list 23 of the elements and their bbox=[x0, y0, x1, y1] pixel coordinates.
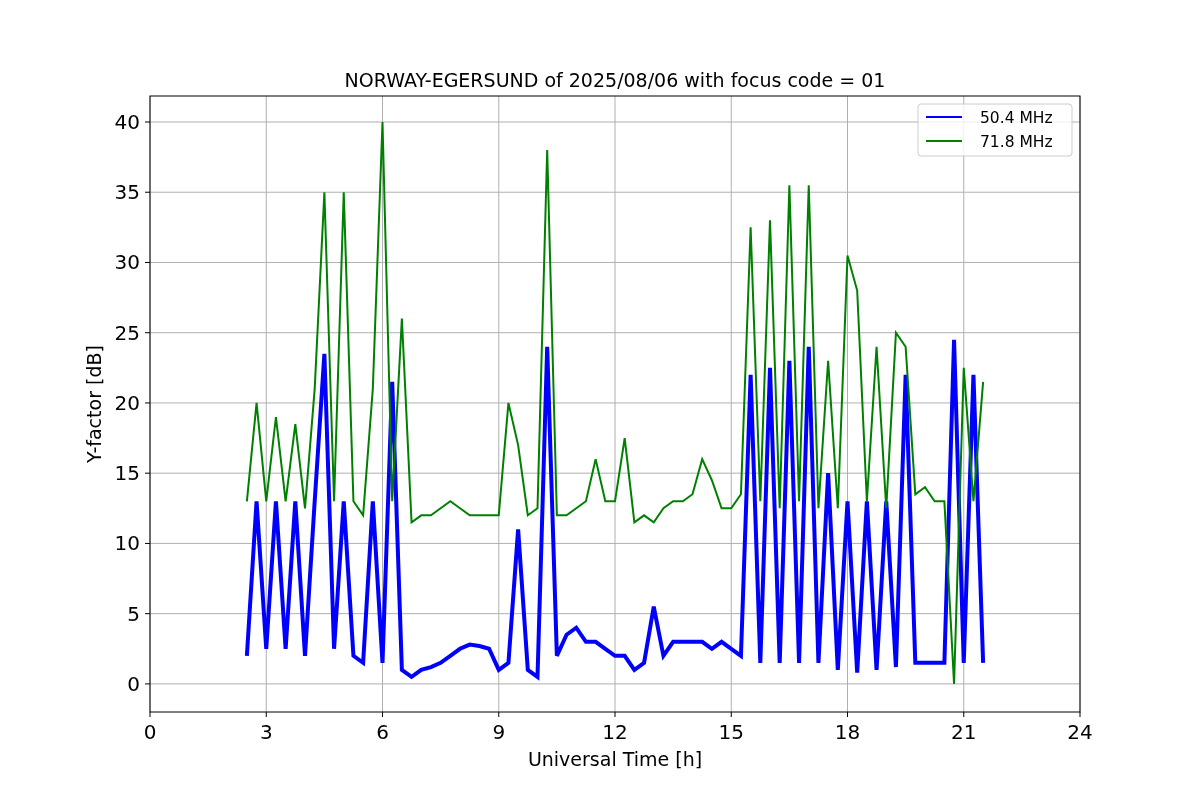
x-tick-label: 15 bbox=[718, 720, 744, 744]
legend-label: 71.8 MHz bbox=[980, 133, 1053, 151]
x-tick-label: 3 bbox=[259, 720, 273, 744]
x-tick-label: 9 bbox=[492, 720, 506, 744]
y-tick-label: 10 bbox=[114, 531, 140, 556]
y-tick-label: 20 bbox=[114, 390, 140, 415]
y-tick-label: 35 bbox=[114, 180, 140, 205]
x-tick-label: 6 bbox=[376, 720, 389, 744]
x-axis-label: Universal Time [h] bbox=[527, 748, 703, 770]
y-tick-label: 15 bbox=[114, 461, 140, 486]
y-tick-label: 30 bbox=[114, 250, 140, 275]
y-axis-label: Y-factor [dB] bbox=[83, 345, 105, 463]
x-tick-label: 0 bbox=[143, 720, 157, 744]
legend-label: 50.4 MHz bbox=[980, 109, 1053, 127]
y-tick-label: 25 bbox=[114, 320, 140, 345]
x-tick-label: 18 bbox=[834, 720, 861, 744]
x-tick-label: 21 bbox=[951, 720, 977, 744]
y-tick-label: 40 bbox=[114, 110, 140, 134]
y-tick-label: 0 bbox=[127, 671, 140, 696]
y-tick-label: 5 bbox=[127, 601, 140, 626]
chart-title: NORWAY-EGERSUND of 2025/08/06 with focus code = 01 bbox=[344, 69, 886, 91]
x-tick-label: 12 bbox=[602, 720, 628, 744]
x-tick-label: 24 bbox=[1067, 720, 1093, 744]
